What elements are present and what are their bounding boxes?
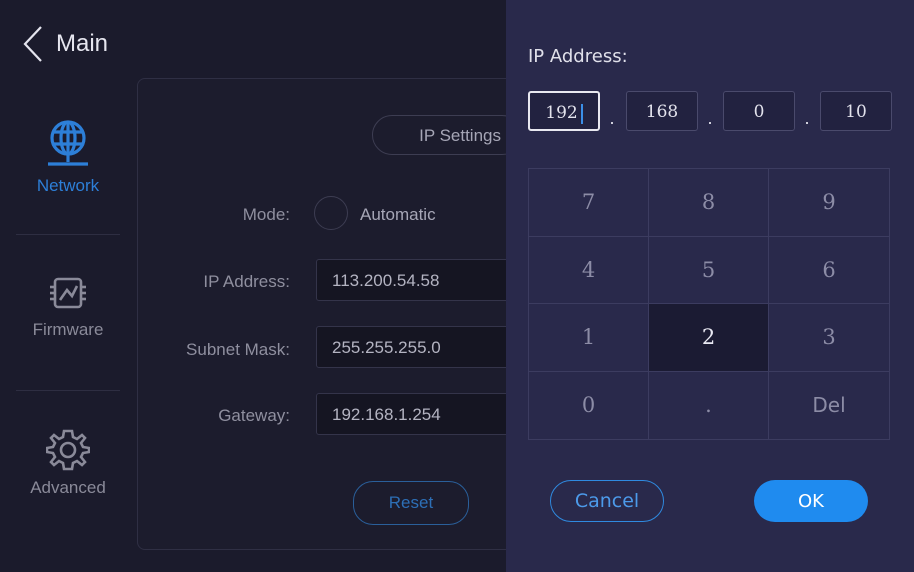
back-label: Main xyxy=(56,30,109,57)
octet-separator: . xyxy=(609,108,615,128)
sidebar-item-network[interactable]: Network xyxy=(14,118,122,196)
mode-label: Mode: xyxy=(242,205,290,224)
ip-octet-1[interactable]: 192 xyxy=(528,91,600,131)
key-3[interactable]: 3 xyxy=(769,304,889,372)
sidebar-item-label: Network xyxy=(36,176,100,195)
key-6[interactable]: 6 xyxy=(769,237,889,304)
cancel-button[interactable]: Cancel xyxy=(550,480,664,522)
gateway-field[interactable]: 192.168.1.254 xyxy=(316,393,516,435)
key-8[interactable]: 8 xyxy=(649,169,769,237)
ip-address-label: IP Address: xyxy=(203,272,290,291)
back-button[interactable]: Main xyxy=(22,24,108,64)
ip-octet-3[interactable]: 0 xyxy=(723,91,795,131)
mode-value: Automatic xyxy=(360,205,436,224)
mode-radio[interactable] xyxy=(314,196,348,230)
gateway-label: Gateway: xyxy=(218,406,290,425)
octet-separator: . xyxy=(707,108,713,128)
key-2[interactable]: 2 xyxy=(649,304,769,372)
key-4[interactable]: 4 xyxy=(529,236,649,304)
chevron-left-icon xyxy=(23,26,42,62)
reset-button[interactable]: Reset xyxy=(353,481,469,525)
sidebar-divider xyxy=(16,234,120,235)
text-caret xyxy=(580,103,583,124)
key-1[interactable]: 1 xyxy=(529,304,649,372)
key-delete[interactable]: Del xyxy=(769,372,889,440)
numeric-keypad: 7 8 9 4 5 6 1 2 3 0 . Del xyxy=(528,168,890,440)
key-7[interactable]: 7 xyxy=(529,169,649,237)
chip-icon xyxy=(50,277,86,309)
ip-octet-2[interactable]: 168 xyxy=(626,91,698,131)
gear-icon xyxy=(46,429,90,471)
dialog-title: IP Address: xyxy=(528,46,628,67)
sidebar-divider xyxy=(16,390,120,391)
ok-button[interactable]: OK xyxy=(754,480,868,522)
key-9[interactable]: 9 xyxy=(769,169,889,237)
octet-separator: . xyxy=(804,108,810,128)
ip-octet-4[interactable]: 10 xyxy=(820,91,892,131)
sidebar-item-firmware[interactable]: Firmware xyxy=(14,272,122,340)
subnet-mask-label: Subnet Mask: xyxy=(186,340,290,359)
globe-network-icon xyxy=(48,120,88,166)
tab-ip-settings[interactable]: IP Settings xyxy=(372,115,522,155)
subnet-mask-field[interactable]: 255.255.255.0 xyxy=(316,326,516,368)
ip-address-field[interactable]: 113.200.54.58 xyxy=(316,259,516,301)
key-dot[interactable]: . xyxy=(649,371,769,439)
key-0[interactable]: 0 xyxy=(529,371,649,439)
sidebar-item-label: Advanced xyxy=(30,478,106,497)
key-5[interactable]: 5 xyxy=(649,236,769,304)
sidebar-item-advanced[interactable]: Advanced xyxy=(14,428,122,498)
sidebar-item-label: Firmware xyxy=(32,320,104,339)
